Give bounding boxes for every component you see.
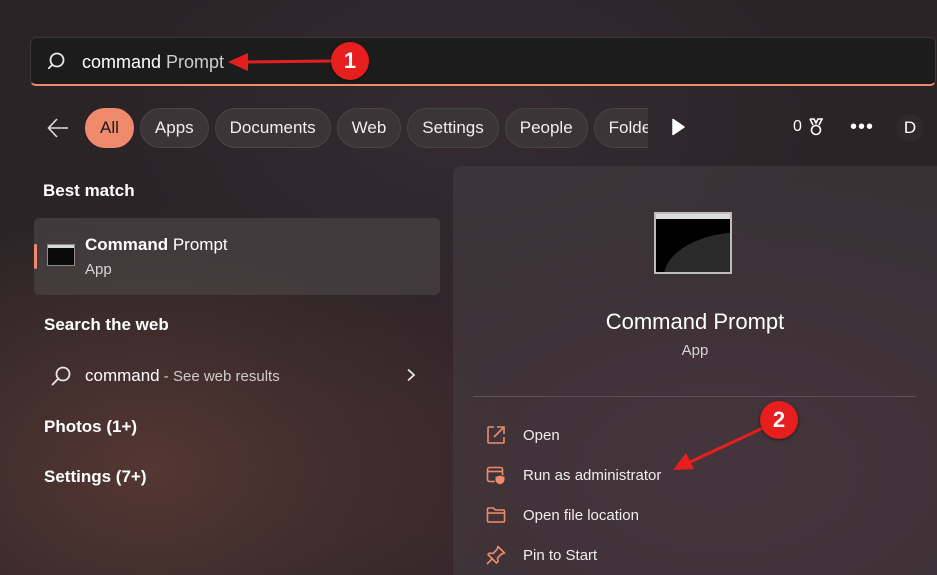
medal-icon — [809, 118, 824, 136]
best-match-name-bold: Command — [85, 235, 169, 254]
more-options-button[interactable]: ••• — [850, 117, 874, 137]
detail-panel: Command Prompt App Open Run as administr… — [453, 166, 937, 575]
window-titlebar — [656, 214, 730, 219]
filter-chip-folders[interactable]: Folde — [593, 108, 648, 148]
divider — [473, 396, 916, 397]
filter-chip-web[interactable]: Web — [336, 108, 402, 148]
shield-window-icon — [486, 466, 506, 486]
back-button[interactable] — [44, 114, 72, 142]
points-count: 0 — [793, 118, 802, 135]
action-pin-to-start[interactable]: Pin to Start — [485, 542, 597, 568]
best-match-heading: Best match — [43, 181, 135, 200]
open-external-icon — [487, 426, 505, 444]
action-open-file-location[interactable]: Open file location — [485, 502, 639, 528]
filter-chip-settings[interactable]: Settings — [407, 108, 499, 148]
search-bar[interactable]: command Prompt — [30, 37, 936, 86]
search-icon — [51, 366, 71, 386]
action-open[interactable]: Open — [485, 422, 560, 448]
action-pin-to-start-label: Pin to Start — [523, 546, 598, 564]
annotation-step-2: 2 — [760, 401, 798, 439]
web-result-query: command — [85, 366, 160, 385]
filter-chip-documents[interactable]: Documents — [214, 108, 331, 148]
chevron-right-icon — [407, 368, 416, 382]
best-match-name-rest: Prompt — [168, 235, 228, 254]
filter-chips: All Apps Documents Web Settings People F… — [85, 108, 648, 148]
filter-chip-people[interactable]: People — [504, 108, 588, 148]
action-run-as-admin-label: Run as administrator — [523, 466, 662, 484]
best-match-name: Command Prompt — [85, 235, 228, 255]
search-web-heading: Search the web — [44, 315, 169, 334]
selection-indicator — [34, 244, 37, 269]
filter-chip-all[interactable]: All — [85, 108, 134, 148]
pin-icon — [486, 545, 506, 565]
photos-heading[interactable]: Photos (1+) — [44, 417, 137, 437]
search-icon — [48, 52, 65, 70]
folder-icon — [486, 507, 506, 523]
command-prompt-icon — [47, 244, 75, 266]
best-match-item[interactable]: Command Prompt App — [34, 218, 440, 295]
web-search-result[interactable]: command - See web results — [44, 360, 424, 390]
search-input[interactable]: command Prompt — [82, 52, 224, 73]
filter-chip-apps[interactable]: Apps — [139, 108, 209, 148]
detail-app-type: App — [681, 342, 709, 359]
search-query-suggestion: Prompt — [161, 52, 225, 72]
arrow-left-icon — [47, 118, 68, 138]
detail-app-name: Command Prompt — [605, 309, 785, 334]
settings-heading[interactable]: Settings (7+) — [44, 467, 147, 487]
action-open-file-location-label: Open file location — [523, 506, 639, 524]
search-query-typed: command — [82, 52, 162, 72]
avatar[interactable]: D — [896, 114, 924, 142]
play-icon[interactable] — [668, 117, 688, 137]
web-result-hint: - See web results — [159, 368, 280, 385]
action-run-as-admin[interactable]: Run as administrator — [485, 462, 661, 488]
best-match-type: App — [85, 261, 112, 278]
annotation-step-1: 1 — [331, 42, 369, 80]
command-prompt-icon — [654, 212, 732, 274]
rewards-points[interactable]: 0 — [793, 117, 826, 137]
console-area — [664, 232, 730, 272]
action-open-label: Open — [523, 426, 560, 444]
web-result-text: command - See web results — [85, 366, 280, 386]
